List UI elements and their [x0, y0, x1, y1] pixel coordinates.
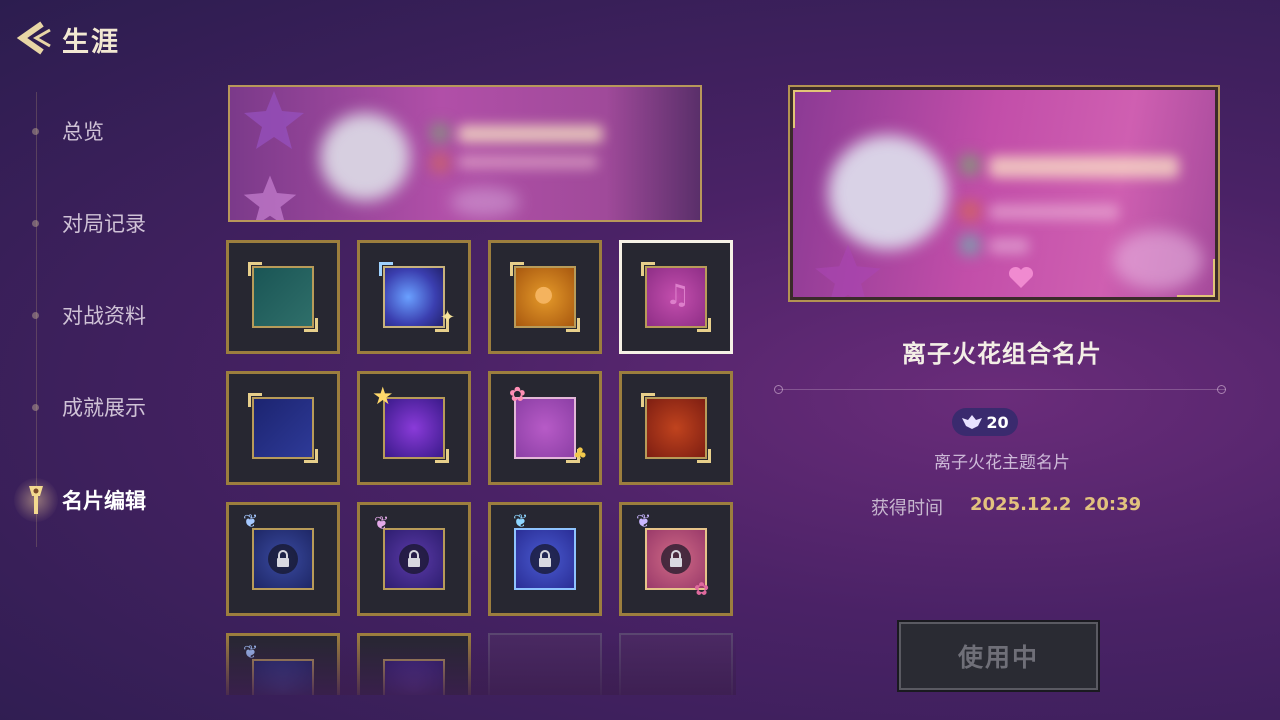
- frame-swatch: [383, 659, 445, 695]
- sidebar-item-label: 成就展示: [62, 396, 146, 420]
- card-tile-purple-star[interactable]: ★: [357, 371, 471, 485]
- card-tile-orange-paw[interactable]: ●: [488, 240, 602, 354]
- card-tile-pink-music[interactable]: ♫: [619, 240, 733, 354]
- sidebar-item-label: 对战资料: [62, 304, 146, 328]
- card-tile-galaxy-blue[interactable]: ✦: [357, 240, 471, 354]
- sidebar-item-card-edit[interactable]: 名片编辑: [0, 478, 180, 522]
- ornament-icon: ❦: [243, 642, 259, 663]
- name-blur: [989, 156, 1179, 178]
- card-preview-banner: [228, 85, 702, 222]
- avatar-blur: [320, 113, 410, 201]
- frame-swatch: [252, 528, 314, 590]
- card-tile-locked[interactable]: ❦ ✿: [619, 502, 733, 616]
- avatar-blur: [828, 135, 948, 250]
- sidebar-item-achievements[interactable]: 成就展示: [0, 387, 180, 427]
- frame-swatch: ♫: [641, 262, 711, 332]
- nav-dot: [32, 219, 39, 227]
- status-dot: [432, 125, 448, 141]
- paw-icon: ●: [534, 282, 554, 307]
- back-button[interactable]: [14, 20, 54, 56]
- card-tile-empty: [488, 633, 602, 695]
- divider: [778, 389, 1226, 390]
- card-tile-navy[interactable]: [226, 371, 340, 485]
- sidebar-item-label: 名片编辑: [62, 489, 146, 513]
- info-blur: [458, 155, 598, 169]
- frame-swatch: [248, 393, 318, 463]
- music-note-icon: ♫: [665, 278, 691, 311]
- info-blur: [989, 204, 1119, 220]
- sidebar-item-match-history[interactable]: 对局记录: [0, 203, 180, 243]
- info-blur: [989, 238, 1029, 254]
- star-icon: [244, 91, 304, 149]
- frame-swatch: [248, 262, 318, 332]
- flower-icon: ✿: [694, 579, 710, 600]
- nav-dot: [32, 403, 39, 411]
- sidebar-item-label: 总览: [62, 120, 104, 144]
- acquired-time-label: 获得时间: [871, 498, 943, 519]
- card-tile-locked[interactable]: [357, 633, 471, 695]
- heart-icon: [1008, 266, 1034, 288]
- sparkle-icon: ✦: [440, 307, 456, 328]
- flower-icon: ✿: [509, 382, 526, 406]
- name-blur: [458, 125, 603, 143]
- acquired-time-value: 2025.12.2 20:39: [970, 494, 1142, 515]
- lock-icon: [530, 544, 560, 574]
- frame-corner: [1177, 259, 1215, 297]
- card-tile-pink-bell[interactable]: ✿ ♣: [488, 371, 602, 485]
- card-tile-teal[interactable]: [226, 240, 340, 354]
- bell-icon: ♣: [573, 444, 588, 463]
- status-dot: [961, 236, 979, 254]
- in-use-button[interactable]: 使用中: [897, 620, 1100, 692]
- frame-swatch: [514, 397, 580, 463]
- card-frame-grid: ✦ ● ♫ ★ ✿ ♣ ❦ ❦ ❦ ❦ ✿ ❦: [226, 240, 736, 695]
- back-arrow-icon: [16, 21, 51, 55]
- frame-swatch: [383, 528, 445, 590]
- decor-blur: [450, 187, 520, 217]
- star-icon: [243, 175, 297, 220]
- selected-card-preview: [788, 85, 1220, 302]
- ornament-icon: ❦: [513, 511, 529, 532]
- nav-dot: [32, 127, 39, 135]
- nav-dot: [32, 311, 39, 319]
- card-theme-subtitle: 离子火花主题名片: [934, 453, 1070, 473]
- lock-icon: [399, 544, 429, 574]
- card-tile-locked[interactable]: ❦: [226, 502, 340, 616]
- price-badge: 20: [952, 408, 1018, 436]
- frame-swatch: [514, 528, 576, 590]
- shooting-star-icon: ★: [372, 382, 394, 410]
- ornament-icon: ❦: [374, 513, 390, 534]
- card-tile-locked[interactable]: ❦: [226, 633, 340, 695]
- frame-swatch: [641, 393, 711, 463]
- torch-icon: [29, 486, 43, 514]
- frame-corner: [793, 90, 831, 128]
- divider-dot: [1217, 385, 1226, 394]
- gem-currency-icon: [962, 415, 983, 429]
- in-use-button-label: 使用中: [957, 643, 1039, 672]
- sidebar-item-battle-data[interactable]: 对战资料: [0, 295, 180, 335]
- card-tile-red-crown[interactable]: [619, 371, 733, 485]
- card-tile-empty: [619, 633, 733, 695]
- status-dot: [961, 156, 979, 174]
- frame-swatch: [379, 262, 449, 332]
- divider-dot: [774, 385, 783, 394]
- sidebar-item-overview[interactable]: 总览: [0, 111, 180, 151]
- card-name-title: 离子火花组合名片: [902, 340, 1102, 368]
- lock-icon: [661, 544, 691, 574]
- frame-swatch: [252, 659, 314, 695]
- star-icon: [815, 244, 881, 297]
- sidebar-item-label: 对局记录: [62, 212, 146, 236]
- card-tile-locked[interactable]: ❦: [488, 502, 602, 616]
- ornament-icon: ❦: [636, 511, 652, 532]
- lock-icon: [268, 544, 298, 574]
- card-tile-locked[interactable]: ❦: [357, 502, 471, 616]
- page-title: 生涯: [62, 27, 120, 58]
- status-dot: [961, 202, 979, 220]
- frame-swatch: ●: [510, 262, 580, 332]
- ornament-icon: ❦: [243, 511, 259, 532]
- status-dot: [432, 155, 448, 171]
- price-value: 20: [986, 412, 1009, 432]
